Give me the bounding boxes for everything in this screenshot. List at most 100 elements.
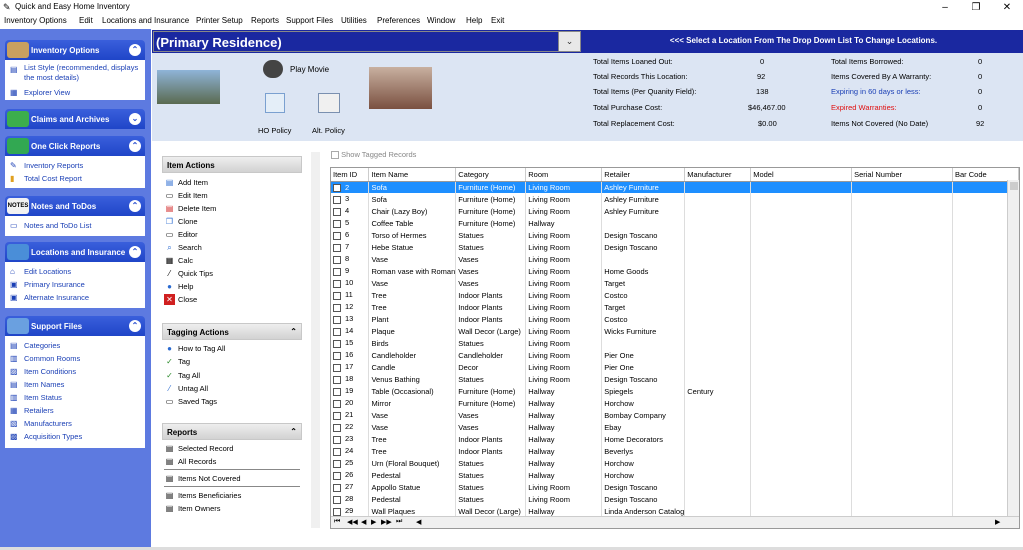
table-cell[interactable]: Living Room (525, 325, 603, 337)
table-cell[interactable] (851, 457, 953, 469)
table-cell[interactable]: Hallway (525, 385, 603, 397)
film-reel-icon[interactable] (263, 60, 283, 78)
table-cell[interactable]: 24 (331, 445, 370, 457)
menu-support-files[interactable]: Support Files (286, 16, 333, 25)
row-tag-checkbox[interactable] (333, 507, 341, 516)
table-cell[interactable]: Statues (455, 373, 527, 385)
table-cell[interactable] (684, 457, 752, 469)
table-cell[interactable]: Living Room (525, 253, 603, 265)
table-cell[interactable] (750, 313, 853, 325)
table-cell[interactable] (851, 265, 953, 277)
table-cell[interactable]: Living Room (525, 289, 603, 301)
table-cell[interactable] (750, 409, 853, 421)
table-cell[interactable]: Pedestal (368, 493, 457, 505)
table-cell[interactable]: 25 (331, 457, 370, 469)
table-row[interactable]: 23 Tree Indoor Plants Hallway Home Decorator… (331, 433, 1019, 445)
table-cell[interactable] (851, 241, 953, 253)
table-cell[interactable] (750, 325, 853, 337)
nav-prev-button[interactable]: ◀ (361, 518, 366, 526)
calc-button[interactable]: ▦ Calc (164, 254, 193, 267)
table-cell[interactable]: Ebay (601, 421, 686, 433)
table-cell[interactable]: Living Room (525, 313, 603, 325)
delete-item-button[interactable]: ▤ Delete Item (164, 202, 217, 215)
table-cell[interactable] (851, 325, 953, 337)
table-cell[interactable] (750, 433, 853, 445)
table-cell[interactable]: 9 (331, 265, 370, 277)
collapse-icon[interactable]: ⌃ (129, 140, 141, 152)
ho-policy-icon[interactable] (265, 93, 285, 113)
sidebar-item-item-conditions[interactable]: ▨ Item Conditions (9, 365, 141, 378)
table-cell[interactable]: Statues (455, 229, 527, 241)
nav-next-button[interactable]: ▶ (371, 518, 376, 526)
table-cell[interactable] (851, 217, 953, 229)
table-cell[interactable] (750, 253, 853, 265)
menu-locations-insurance[interactable]: Locations and Insurance (102, 16, 189, 25)
table-cell[interactable] (750, 493, 853, 505)
table-cell[interactable]: 28 (331, 493, 370, 505)
table-cell[interactable] (684, 373, 752, 385)
table-cell[interactable]: Tree (368, 301, 457, 313)
col-retailer[interactable]: Retailer (601, 168, 686, 182)
show-tagged-checkbox[interactable]: Show Tagged Records (331, 150, 416, 160)
table-cell[interactable] (750, 481, 853, 493)
table-cell[interactable] (851, 289, 953, 301)
table-cell[interactable] (750, 301, 853, 313)
table-cell[interactable] (684, 349, 752, 361)
sidebar-item-categories[interactable]: ▤ Categories (9, 339, 141, 352)
row-tag-checkbox[interactable] (333, 375, 341, 384)
close-form-button[interactable]: ✕ Close (164, 293, 197, 306)
table-cell[interactable] (750, 445, 853, 457)
table-cell[interactable]: Living Room (525, 229, 603, 241)
table-cell[interactable]: 16 (331, 349, 370, 361)
minimize-button[interactable]: – (934, 1, 956, 14)
table-cell[interactable]: Candleholder (455, 349, 527, 361)
menu-inventory-options[interactable]: Inventory Options (4, 16, 67, 25)
scroll-left-arrow[interactable]: ◀ (416, 518, 421, 526)
row-tag-checkbox[interactable] (333, 207, 341, 216)
row-tag-checkbox[interactable] (333, 195, 341, 204)
table-cell[interactable]: Target (601, 277, 686, 289)
table-cell[interactable] (750, 217, 853, 229)
col-category[interactable]: Category (455, 168, 527, 182)
table-row[interactable]: 27 Appollo Statue Statues Living Room Design… (331, 481, 1019, 493)
row-tag-checkbox[interactable] (333, 183, 341, 192)
table-cell[interactable]: Pedestal (368, 469, 457, 481)
table-cell[interactable]: 4 (331, 205, 370, 217)
maximize-button[interactable]: ❐ (965, 1, 987, 14)
sidebar-item-item-status[interactable]: ▥ Item Status (9, 391, 141, 404)
table-cell[interactable]: Candleholder (368, 349, 457, 361)
group-header-inventory[interactable]: Inventory Options ⌃ (5, 40, 145, 60)
table-cell[interactable] (750, 193, 853, 205)
sidebar-item-primary-insurance[interactable]: ▣ Primary Insurance (9, 278, 141, 291)
table-cell[interactable] (684, 217, 752, 229)
table-cell[interactable] (851, 253, 953, 265)
table-cell[interactable]: Vases (455, 265, 527, 277)
table-cell[interactable]: Vases (455, 277, 527, 289)
table-cell[interactable]: Pier One (601, 361, 686, 373)
actions-scrollbar[interactable] (311, 152, 320, 528)
table-row[interactable]: 24 Tree Indoor Plants Hallway Beverlys (331, 445, 1019, 457)
table-cell[interactable]: Urn (Floral Bouquet) (368, 457, 457, 469)
sidebar-item-common-rooms[interactable]: ▥ Common Rooms (9, 352, 141, 365)
sidebar-item-list-style[interactable]: ▤ List Style (recommended, displays (9, 63, 141, 74)
grid-scrollbar[interactable] (1007, 180, 1019, 516)
table-cell[interactable] (684, 337, 752, 349)
scroll-thumb[interactable] (1010, 182, 1018, 190)
location-dropdown[interactable]: (Primary Residence) ⌄ (153, 31, 581, 52)
row-tag-checkbox[interactable] (333, 387, 341, 396)
row-tag-checkbox[interactable] (333, 411, 341, 420)
table-cell[interactable] (684, 181, 752, 193)
table-cell[interactable]: 10 (331, 277, 370, 289)
table-cell[interactable]: Living Room (525, 241, 603, 253)
table-cell[interactable]: 7 (331, 241, 370, 253)
table-cell[interactable]: Pier One (601, 349, 686, 361)
table-cell[interactable]: 11 (331, 289, 370, 301)
table-cell[interactable]: Hallway (525, 457, 603, 469)
col-room[interactable]: Room (525, 168, 603, 182)
table-row[interactable]: 12 Tree Indoor Plants Living Room Target (331, 301, 1019, 313)
table-cell[interactable] (750, 277, 853, 289)
chevron-down-icon[interactable]: ⌄ (558, 32, 580, 51)
table-cell[interactable]: Indoor Plants (455, 445, 527, 457)
table-row[interactable]: 8 Vase Vases Living Room (331, 253, 1019, 265)
menu-printer-setup[interactable]: Printer Setup (196, 16, 243, 25)
